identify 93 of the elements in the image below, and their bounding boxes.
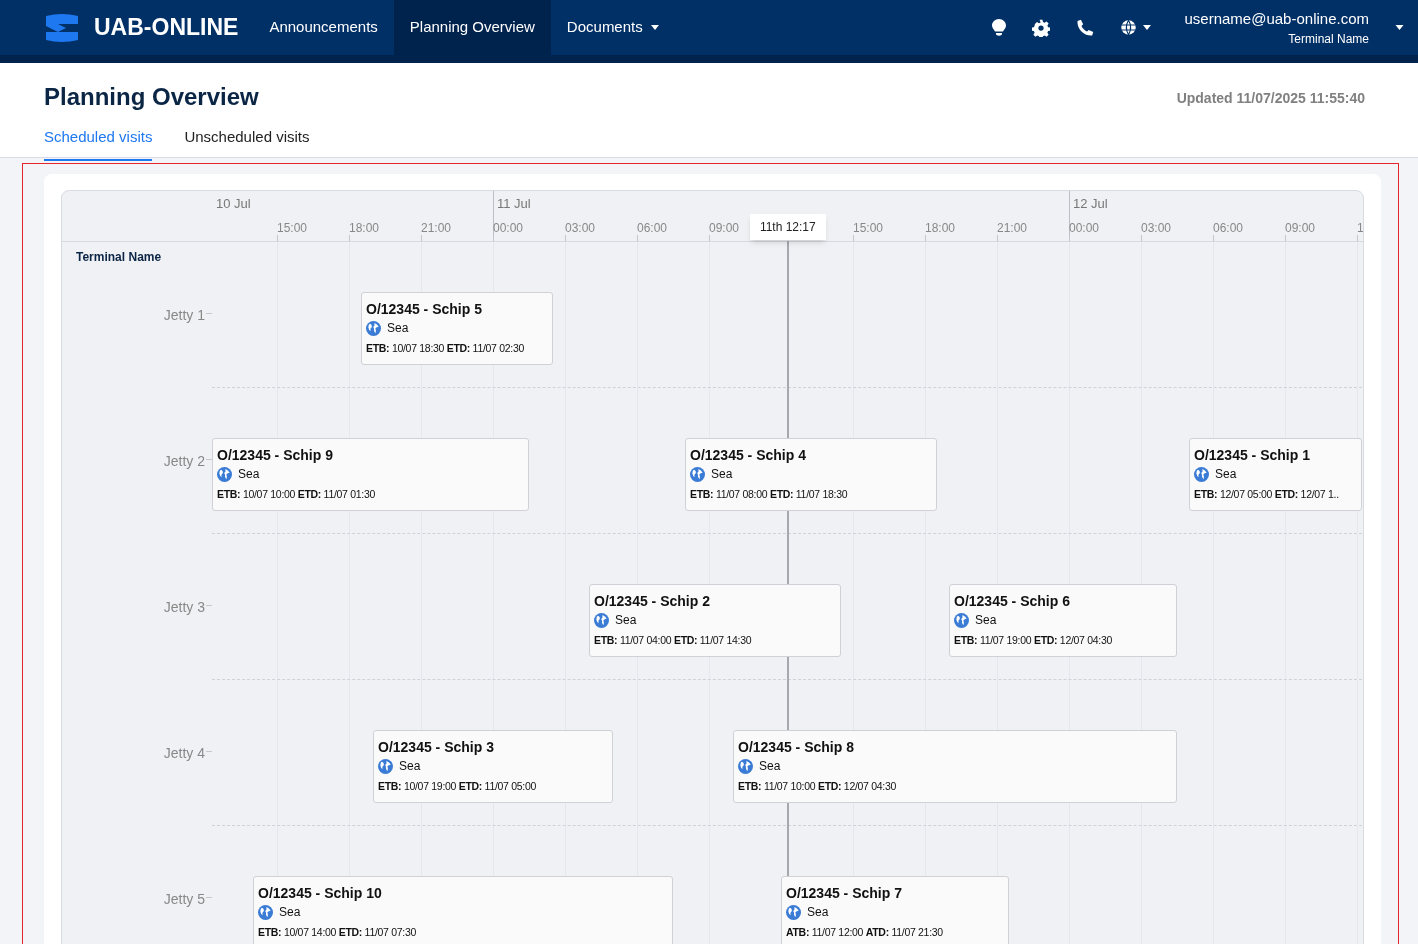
caret-icon[interactable] <box>1395 25 1404 30</box>
time-label: 21:00 <box>421 221 452 235</box>
globe-icon <box>258 904 273 920</box>
time-label: 03:00 <box>1141 221 1172 235</box>
tab[interactable]: Scheduled visits <box>44 126 153 161</box>
time-label: 00:00 <box>1069 221 1100 235</box>
transport-mode: Sea <box>238 466 260 483</box>
time-label: 15:00 <box>277 221 308 235</box>
brand-name: UAB-ONLINE <box>94 13 239 43</box>
row-header: Terminal Name <box>76 249 162 266</box>
transport-mode: Sea <box>387 320 409 337</box>
visit-card[interactable]: O/12345 - Schip 6 Sea ETB: 11/07 19:00 ETD: 12/07 04:30 <box>949 584 1177 657</box>
visit-times: ETB: 12/07 05:00 ETD: 12/07 1.. <box>1194 487 1340 502</box>
time-label: 03:00 <box>565 221 596 235</box>
nav-link[interactable]: Planning Overview <box>393 0 551 55</box>
time-label: 00:00 <box>493 221 524 235</box>
time-label: 09:00 <box>1285 221 1316 235</box>
globe-icon <box>738 758 753 774</box>
visit-title: O/12345 - Schip 8 <box>738 738 855 756</box>
lightbulb-icon[interactable] <box>991 18 1006 37</box>
transport-mode: Sea <box>1215 466 1237 483</box>
visit-card[interactable]: O/12345 - Schip 3 Sea ETB: 10/07 19:00 ETD: 11/07 05:00 <box>373 730 613 803</box>
phone-icon[interactable] <box>1075 18 1094 37</box>
visit-card[interactable]: O/12345 - Schip 1 Sea ETB: 12/07 05:00 ETD: 12/07 1.. <box>1189 438 1362 511</box>
visit-card[interactable]: O/12345 - Schip 10 Sea ETB: 10/07 14:00 ETD: 11/07 07:30 <box>253 876 673 944</box>
row-label: Jetty 3 <box>163 598 205 617</box>
transport-mode: Sea <box>807 904 829 921</box>
globe-icon <box>954 612 969 628</box>
visit-title: O/12345 - Schip 1 <box>1194 446 1311 464</box>
time-label: 18:00 <box>349 221 380 235</box>
updated-timestamp: Updated 11/07/2025 11:55:40 <box>1176 89 1366 108</box>
visit-times: ETB: 10/07 10:00 ETD: 11/07 01:30 <box>217 487 376 502</box>
transport-mode: Sea <box>615 612 637 629</box>
caret-icon[interactable] <box>650 25 659 30</box>
globe-icon <box>1194 466 1209 482</box>
globe-icon <box>786 904 801 920</box>
globe-icon[interactable] <box>1119 19 1137 36</box>
visit-times: ETB: 10/07 19:00 ETD: 11/07 05:00 <box>378 779 537 794</box>
caret-icon[interactable] <box>1142 25 1151 30</box>
visit-card[interactable]: O/12345 - Schip 4 Sea ETB: 11/07 08:00 ETD: 11/07 18:30 <box>685 438 937 511</box>
visit-title: O/12345 - Schip 10 <box>258 884 383 902</box>
row-label: Jetty 5 <box>163 890 205 909</box>
visit-card[interactable]: O/12345 - Schip 5 Sea ETB: 10/07 18:30 ETD: 11/07 02:30 <box>361 292 553 365</box>
current-time-tooltip: 11th 12:17 <box>749 214 826 240</box>
visit-title: O/12345 - Schip 4 <box>690 446 807 464</box>
date-label: 11 Jul <box>497 195 531 213</box>
visit-card[interactable]: O/12345 - Schip 9 Sea ETB: 10/07 10:00 ETD: 11/07 01:30 <box>212 438 529 511</box>
visit-times: ETB: 11/07 10:00 ETD: 12/07 04:30 <box>738 779 897 794</box>
time-label: 09:00 <box>709 221 740 235</box>
row-label: Jetty 4 <box>163 744 205 763</box>
transport-mode: Sea <box>279 904 301 921</box>
time-label: 18:00 <box>925 221 956 235</box>
nav-link[interactable]: Announcements <box>253 0 394 55</box>
visit-card[interactable]: O/12345 - Schip 2 Sea ETB: 11/07 04:00 ETD: 11/07 14:30 <box>589 584 841 657</box>
date-label: 10 Jul <box>216 195 251 213</box>
visit-title: O/12345 - Schip 2 <box>594 592 711 610</box>
visit-times: ETB: 10/07 18:30 ETD: 11/07 02:30 <box>366 341 525 356</box>
page-title: Planning Overview <box>44 83 259 111</box>
terminal-name: Terminal Name <box>1288 30 1369 47</box>
visit-title: O/12345 - Schip 9 <box>217 446 334 464</box>
visit-times: ETB: 11/07 04:00 ETD: 11/07 14:30 <box>594 633 753 648</box>
time-label: 21:00 <box>997 221 1028 235</box>
visit-title: O/12345 - Schip 5 <box>366 300 483 318</box>
transport-mode: Sea <box>711 466 733 483</box>
globe-icon <box>366 320 381 336</box>
user-email[interactable]: username@uab-online.com <box>1184 8 1369 29</box>
date-label: 12 Jul <box>1073 195 1108 213</box>
visit-card[interactable]: O/12345 - Schip 8 Sea ETB: 11/07 10:00 ETD: 12/07 04:30 <box>733 730 1177 803</box>
visit-title: O/12345 - Schip 3 <box>378 738 495 756</box>
transport-mode: Sea <box>759 758 781 775</box>
row-label: Jetty 2 <box>163 452 205 471</box>
visit-times: ETB: 11/07 08:00 ETD: 11/07 18:30 <box>690 487 849 502</box>
globe-icon <box>690 466 705 482</box>
visit-times: ETB: 10/07 14:00 ETD: 11/07 07:30 <box>258 925 417 940</box>
visit-times: ATB: 11/07 12:00 ATD: 11/07 21:30 <box>786 925 944 940</box>
visit-card[interactable]: O/12345 - Schip 7 Sea ATB: 11/07 12:00 ATD: 11/07 21:30 <box>781 876 1009 944</box>
time-label: 06:00 <box>1213 221 1244 235</box>
time-label: 15:00 <box>853 221 884 235</box>
globe-icon <box>594 612 609 628</box>
time-label: 1 <box>1357 221 1363 235</box>
visit-title: O/12345 - Schip 7 <box>786 884 903 902</box>
transport-mode: Sea <box>399 758 421 775</box>
transport-mode: Sea <box>975 612 997 629</box>
tab[interactable]: Unscheduled visits <box>184 126 310 161</box>
visit-title: O/12345 - Schip 6 <box>954 592 1071 610</box>
globe-icon <box>217 466 232 482</box>
visit-times: ETB: 11/07 19:00 ETD: 12/07 04:30 <box>954 633 1113 648</box>
globe-icon <box>378 758 393 774</box>
logo-icon <box>44 11 80 44</box>
row-label: Jetty 1 <box>163 306 205 325</box>
settings-icon[interactable] <box>1031 18 1050 37</box>
time-label: 06:00 <box>637 221 668 235</box>
nav-link[interactable]: Documents <box>550 0 675 55</box>
